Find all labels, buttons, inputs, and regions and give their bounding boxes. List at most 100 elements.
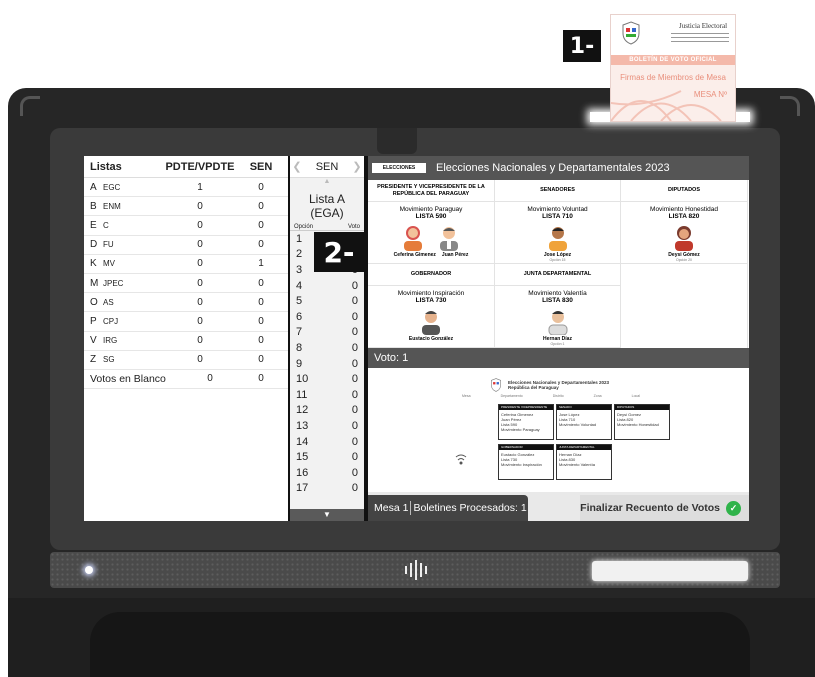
candidate-grid: PRESIDENTE Y VICEPRESIDENTE DE LA REPÚBL… [368,180,749,348]
card-reader-slot[interactable] [592,561,748,581]
chevron-right-icon[interactable]: ❯ [350,160,364,173]
list-abbr: EGC [103,182,121,192]
list-name: O AS [84,297,164,308]
option-vote: 0 [351,435,358,448]
option-row[interactable]: 14 0 [290,434,364,450]
col-header-sen: SEN [249,160,273,173]
list-title-line1: Lista A [308,192,346,206]
blank-votes-label: Votos en Blanco [90,372,166,385]
option-number: 8 [296,341,303,354]
option-row[interactable]: 70 [290,325,364,341]
receipt-field-label: Zona [593,394,602,398]
cell-head-presidente: PRESIDENTE Y VICEPRESIDENTE DE LA REPÚBL… [368,180,494,202]
list-sen-count: 0 [258,354,264,366]
finalize-count-button[interactable]: Finalizar Recuento de Votos ✓ [580,495,749,521]
candidate-name: Juan Pérez [441,252,469,258]
lista-number: LISTA 590 [415,213,447,220]
receipt-vote-box: DIPUTADOS Deysi Gomez Lista 820 Movimiento … [614,404,670,440]
lista-number: LISTA 730 [415,297,447,304]
tab-sen[interactable]: SEN [304,161,350,173]
list-name: B ENM [84,201,164,212]
list-row[interactable]: B ENM 0 0 [84,197,288,217]
ballot-pattern [611,90,722,121]
list-title-line2: (EGA) [310,206,344,220]
option-row[interactable]: 12 0 [290,403,364,419]
option-vote: 0 [351,466,358,479]
ballot-paper[interactable]: Justicia Electoral BOLETÍN DE VOTO OFICI… [610,14,736,122]
status-footer: Mesa 1 Boletines Procesados: 1 Finalizar … [368,492,749,521]
option-row[interactable]: 60 [290,309,364,325]
list-name: P CPJ [84,316,164,327]
list-sen-count: 0 [258,335,264,347]
candidate-avatar-icon [404,226,422,251]
carry-handle [90,612,750,677]
list-name: A EGC [84,182,164,193]
chevron-left-icon[interactable]: ❮ [290,160,304,173]
lists-header-row: Listas PDTE/VPDTE SEN [84,156,288,178]
list-sen-count: 0 [258,296,264,308]
cell-head-senadores: SENADORES [495,180,620,202]
receipt-field-label: Mesa [462,394,471,398]
list-row[interactable]: V IRG 0 0 [84,332,288,351]
list-key: V [90,335,97,347]
list-sen-count: 1 [258,258,264,270]
list-sen-count: 0 [258,200,264,212]
option-vote: 0 [351,404,358,417]
receipt-box-header: GOBERNADOR [499,445,553,450]
option-row[interactable]: 10 0 [290,371,364,387]
chevron-up-icon[interactable]: ▲ [290,178,364,186]
mesa-label: Mesa 1 [374,502,409,514]
blank-votes-pdte: 0 [207,373,213,385]
receipt-field-label: Distrito [552,394,564,398]
col-header-opcion: Opción [294,224,314,230]
option-row[interactable]: 50 [290,293,364,309]
option-number: 6 [296,310,303,323]
col-header-pdte: PDTE/VPDTE [165,160,235,173]
candidate-avatar-icon [440,227,458,251]
chevron-down-icon[interactable]: ▼ [290,509,364,521]
finalize-count-label: Finalizar Recuento de Votos [580,502,720,514]
list-row[interactable]: M JPEC 0 0 [84,274,288,294]
list-row[interactable]: D FU 0 0 [84,236,288,255]
list-row[interactable]: K MV 0 1 [84,255,288,274]
ballot-rule [671,33,729,34]
blank-votes-row[interactable]: Votos en Blanco 0 0 [84,370,288,390]
list-sen-count: 0 [258,315,264,327]
cell-head-diputados: DIPUTADOS [621,180,747,202]
list-key: P [90,315,97,327]
list-sen-count: 0 [258,219,264,231]
option-row[interactable]: 40 [290,278,364,294]
option-vote: 0 [351,295,358,308]
list-key: O [90,296,98,308]
separator [410,501,412,516]
list-key: M [90,277,99,289]
option-label: Opción 15 [549,258,566,262]
option-row[interactable]: 90 [290,356,364,372]
receipt-box-header: SENADO [557,405,611,410]
list-row[interactable]: EC 0 0 [84,216,288,236]
receipt-field-label: Departamento [500,394,523,398]
list-sen-count: 0 [258,239,264,251]
list-row[interactable]: P CPJ 0 0 [84,312,288,332]
option-row[interactable]: 17 0 [290,481,364,497]
list-row[interactable]: Z SG 0 0 [84,351,288,370]
option-number: 3 [296,263,303,276]
lists-tally-panel: Listas PDTE/VPDTE SEN A EGC 1 0 B ENM 0 0 E C 0 0 D F… [84,156,288,521]
option-number: 11 [296,388,308,401]
option-row[interactable]: 11 0 [290,387,364,403]
option-row[interactable]: 15 0 [290,449,364,465]
list-row[interactable]: O AS 0 0 [84,293,288,313]
receipt-line: Movimiento Voluntad [559,422,597,427]
cell-head-gobernador: GOBERNADOR [368,264,494,286]
lista-number: LISTA 820 [668,213,700,220]
candidate-name: Eustacio González [408,336,454,342]
list-name: V IRG [84,335,164,346]
list-pdte-count: 0 [197,258,203,270]
option-row[interactable]: 80 [290,340,364,356]
option-row[interactable]: 13 0 [290,418,364,434]
option-row[interactable]: 16 0 [290,465,364,481]
list-row[interactable]: A EGC 1 0 [84,178,288,198]
option-number: 4 [296,279,303,292]
list-name: D FU [84,239,164,250]
vote-count-bar: Voto: 1 [368,348,749,368]
